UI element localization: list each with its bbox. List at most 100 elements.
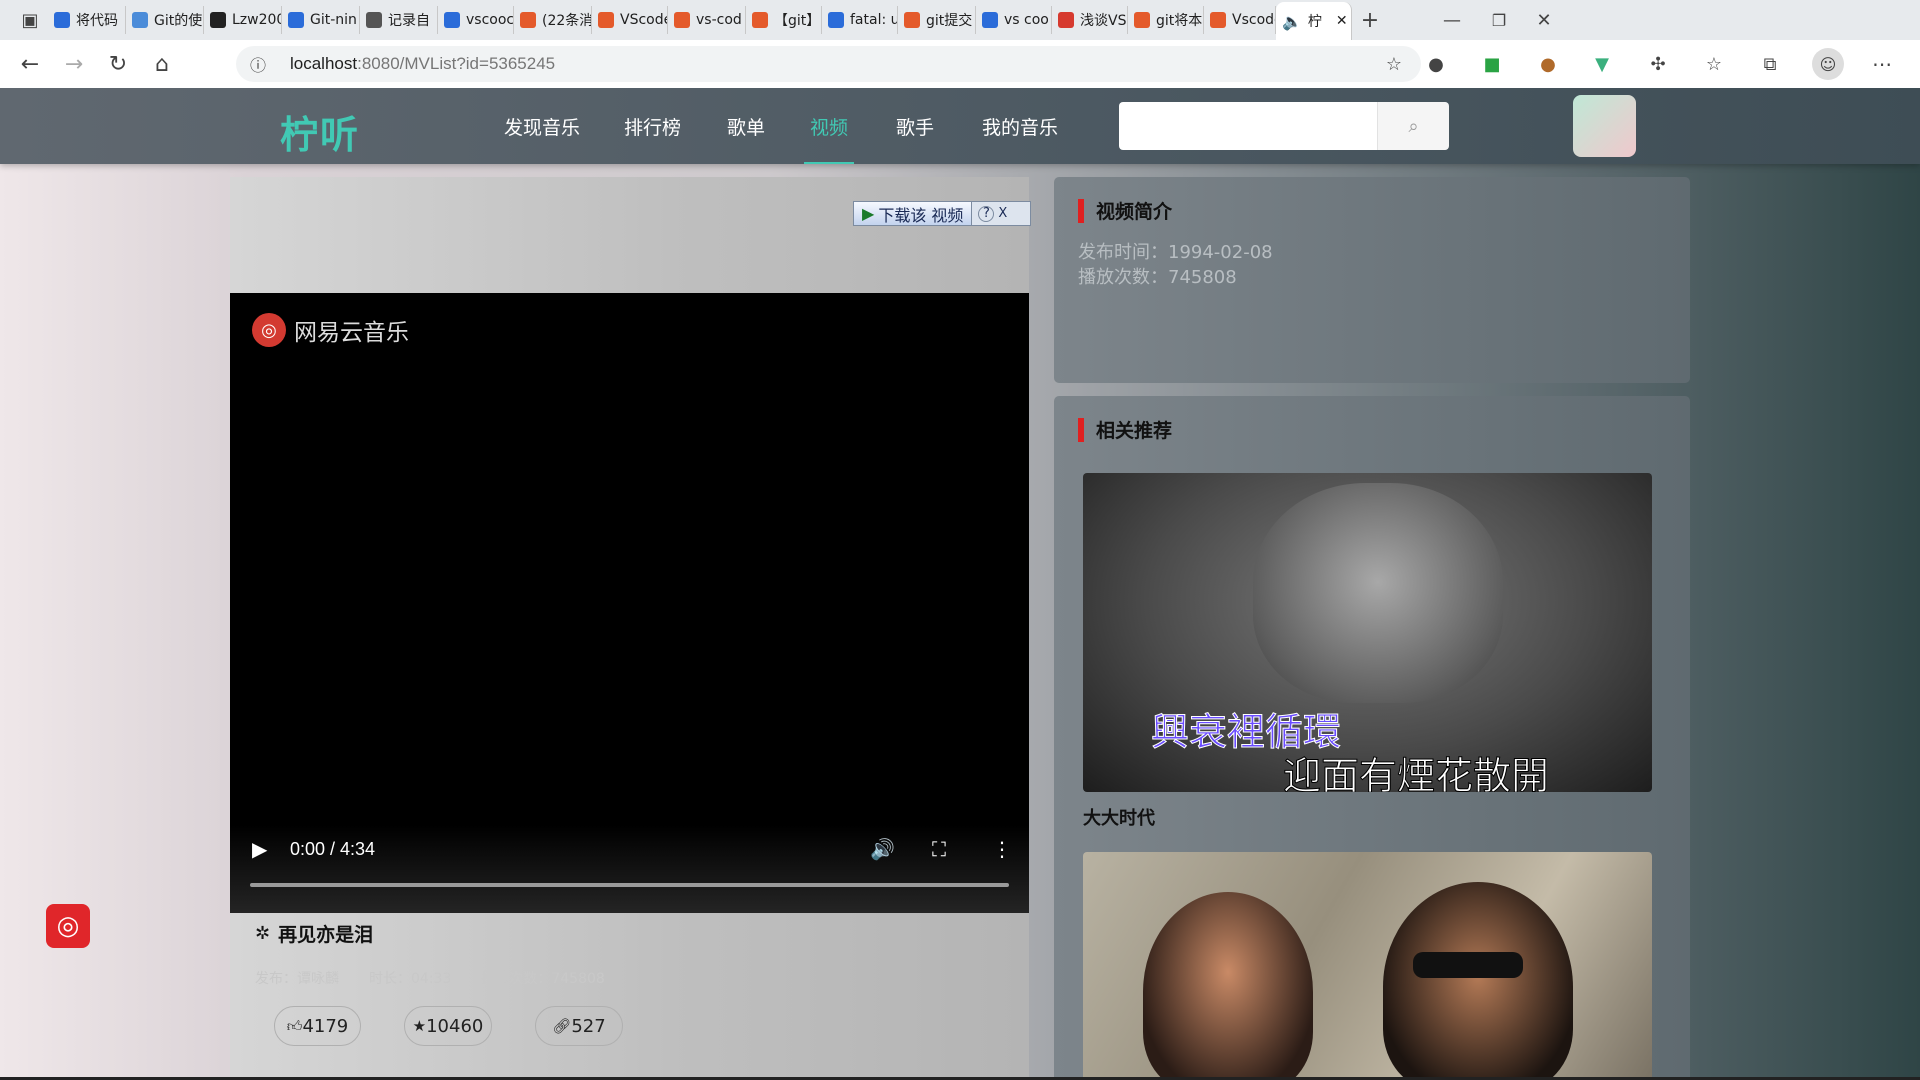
app-logo[interactable]: 柠听 [280,104,360,159]
nav-item[interactable]: 视频 [803,88,855,164]
restore-icon[interactable]: ❐ [1485,6,1513,34]
window-close-icon[interactable]: ✕ [1530,6,1558,34]
netease-floating-icon[interactable]: ◎ [46,904,90,948]
video-controls: ▶ 0:00 / 4:34 🔊 ⛶ ⋮ [230,825,1029,913]
nav-item[interactable]: 排行榜 [624,88,681,164]
video-player[interactable]: ◎ 网易云音乐 ▶ 0:00 / 4:34 🔊 ⛶ ⋮ [230,293,1029,913]
nav-item[interactable]: 歌手 [896,88,934,164]
mv-meta: 发布：谭咏麟 时长：04:33 播放次数：745808 [255,968,605,988]
watermark-text: 网易云音乐 [294,320,409,346]
extensions-icon[interactable]: ✣ [1644,50,1672,78]
browser-tab[interactable]: (22条消 [514,6,592,34]
forward-icon[interactable]: → [58,48,90,80]
tab-title: git将本 [1156,13,1203,29]
netease-logo-icon: ◎ [252,313,286,347]
browser-chrome: ▣ 将代码 Git的使 Lzw200 Git-nin 记录自 vscooc (22条消 VSc… [0,0,1920,89]
home-icon[interactable]: ⌂ [146,48,178,80]
collections-icon[interactable]: ⧉ [1756,50,1784,78]
tab-title: Git的使 [154,13,203,29]
tab-favicon-icon [1210,12,1226,28]
speaker-icon[interactable]: 🔈 [1282,12,1302,31]
close-icon[interactable]: X [998,206,1007,221]
tab-favicon-icon [1134,12,1150,28]
volume-icon[interactable]: 🔊 [870,837,895,861]
browser-tab[interactable]: Git的使 [126,6,204,34]
nav-item[interactable]: 发现音乐 [504,88,580,164]
browser-tab[interactable]: Git-nin [282,6,360,34]
browser-tab[interactable]: git将本 [1128,6,1204,34]
vue-devtools-icon[interactable]: ▼ [1588,50,1616,78]
more-options-icon[interactable]: ⋮ [992,837,1012,861]
collect-button[interactable]: ★ 10460 [404,1006,492,1046]
extension-shield-icon[interactable]: ■ [1478,50,1506,78]
nav-item[interactable]: 歌单 [727,88,765,164]
extension-globe-icon[interactable]: ● [1422,50,1450,78]
tab-title: vs coo [1004,12,1049,28]
reload-icon[interactable]: ↻ [102,48,134,80]
add-favorite-icon[interactable]: ☆ [1382,52,1406,76]
tab-favicon-icon [444,12,460,28]
search-button[interactable]: ⌕ [1377,102,1449,150]
video-progress-bar[interactable] [250,883,1009,887]
browser-tab[interactable]: 【git】 [746,6,822,34]
tab-title: Vscode [1232,12,1275,28]
tab-favicon-icon [366,12,382,28]
app-root: 柠听 发现音乐 排行榜 歌单 视频 歌手 我的音乐 ⌕ ▶ 下载该 视频 ? X ◎ 网易… [0,88,1920,1080]
related-mv-thumbnail[interactable]: 興衰裡循環 迎面有煙花散開 [1083,473,1652,792]
play-count-label: 播放次数： [1078,267,1168,288]
browser-tab[interactable]: Lzw200 [204,6,282,34]
tab-active[interactable]: 🔈 柠 ✕ [1276,2,1352,40]
browser-tab[interactable]: Vscode [1204,6,1276,34]
play-triangle-icon: ▶ [862,204,875,223]
favorites-icon[interactable]: ☆ [1700,50,1728,78]
link-icon: 🔗︎ [552,1017,572,1035]
nav-item[interactable]: 我的音乐 [982,88,1058,164]
tab-close-icon[interactable]: ✕ [1336,13,1348,29]
url-rest: :8080/MVList?id=5365245 [357,54,556,73]
search-box: ⌕ [1119,102,1449,152]
share-button[interactable]: 🔗︎ 527 [535,1006,623,1046]
browser-tab[interactable]: 浅谈VS [1052,6,1128,34]
browser-tab[interactable]: 将代码 [48,6,126,34]
address-bar[interactable]: ⓘ localhost:8080/MVList?id=5365245 ☆ [236,46,1421,82]
tab-actions-icon[interactable]: ▣ [18,8,42,32]
profile-avatar[interactable]: ☺ [1812,48,1844,80]
tab-title: 记录自 [388,13,430,29]
play-count: 播放次数：745808 [1078,263,1237,289]
tab-favicon-icon [54,12,70,28]
fullscreen-icon[interactable]: ⛶ [932,837,946,861]
user-avatar[interactable] [1573,95,1636,157]
minimize-icon[interactable]: — [1438,6,1466,34]
mv-plays: 播放次数：745808 [481,971,605,987]
download-video-button[interactable]: ▶ 下载该 视频 [854,202,973,225]
related-mv-thumbnail[interactable] [1083,852,1652,1080]
search-input[interactable] [1119,102,1379,152]
browser-tab[interactable]: vs-cod [668,6,746,34]
sunglasses-shape [1413,952,1523,978]
extension-cookie-icon[interactable]: ● [1534,50,1562,78]
browser-tab[interactable]: 记录自 [360,6,438,34]
tab-title: VScode [620,12,668,28]
watermark: ◎ 网易云音乐 [252,313,409,347]
browser-tab[interactable]: git提交 [898,6,976,34]
tab-favicon-icon [828,12,844,28]
like-button[interactable]: 👍︎ 4179 [274,1006,361,1046]
publish-date: 发布时间：1994-02-08 [1078,238,1273,264]
related-mv-title[interactable]: 大大时代 [1083,804,1155,830]
browser-tab[interactable]: VScode [592,6,668,34]
browser-tab[interactable]: vscooc [438,6,514,34]
more-menu-icon[interactable]: ⋯ [1868,50,1896,78]
info-icon[interactable]: ⓘ [248,54,268,75]
play-icon[interactable]: ▶ [252,837,267,861]
browser-tab[interactable]: vs coo [976,6,1052,34]
new-tab-icon[interactable]: + [1356,6,1384,34]
tab-title: 将代码 [76,13,118,29]
thumbs-up-icon: 👍︎ [286,1016,303,1035]
share-count: 527 [571,1015,606,1037]
url-host: localhost [290,54,358,73]
download-video-bar[interactable]: ▶ 下载该 视频 ? X [853,201,1031,226]
browser-tab[interactable]: fatal: u [822,6,898,34]
back-icon[interactable]: ← [14,48,46,80]
intro-card: 视频简介 发布时间：1994-02-08 播放次数：745808 [1054,177,1690,383]
help-icon[interactable]: ? [978,205,995,222]
